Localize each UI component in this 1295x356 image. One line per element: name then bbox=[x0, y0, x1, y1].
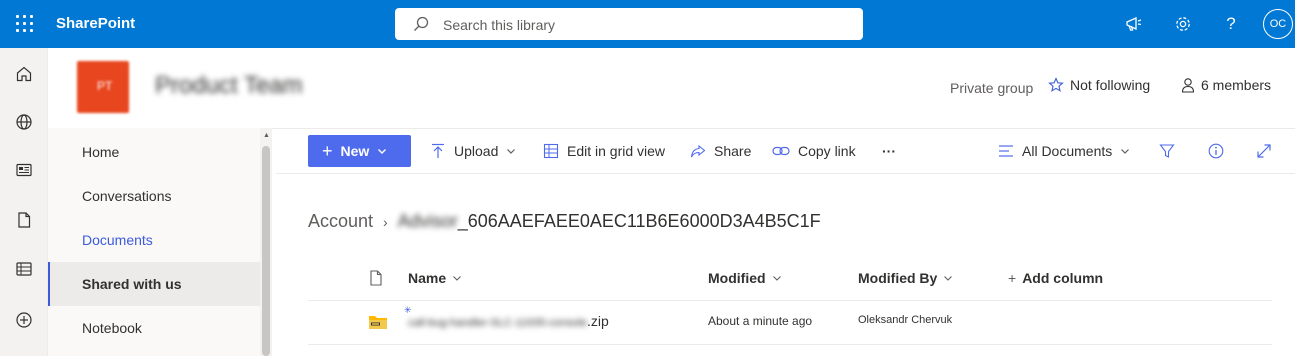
breadcrumb: Account › Advisor_606AAEFAEE0AEC11B6E600… bbox=[308, 211, 821, 232]
column-header-modified-by[interactable]: Modified By bbox=[858, 270, 953, 286]
filter-icon bbox=[1159, 143, 1175, 159]
site-title[interactable]: Product Team bbox=[155, 72, 303, 100]
nav-item-label: Notebook bbox=[82, 320, 142, 336]
command-bar: + New Upload Edit in grid view Share Cop… bbox=[276, 128, 1295, 174]
file-modified: About a minute ago bbox=[708, 314, 813, 328]
copy-link-button[interactable]: Copy link bbox=[772, 135, 856, 167]
column-header-name-label: Name bbox=[408, 270, 447, 286]
share-icon bbox=[690, 143, 706, 159]
column-header-modified[interactable]: Modified bbox=[708, 270, 782, 286]
new-button-label: New bbox=[340, 143, 370, 159]
home-icon[interactable] bbox=[12, 62, 36, 86]
new-button[interactable]: + New bbox=[308, 135, 411, 167]
chevron-down-icon bbox=[453, 276, 462, 281]
expand-icon bbox=[1256, 143, 1272, 159]
star-icon bbox=[1048, 77, 1064, 92]
app-launcher-icon[interactable] bbox=[12, 12, 36, 36]
breadcrumb-root[interactable]: Account bbox=[308, 211, 373, 232]
avatar[interactable]: OC bbox=[1263, 9, 1293, 39]
info-button[interactable] bbox=[1208, 135, 1224, 167]
follow-button[interactable]: Not following bbox=[1048, 77, 1150, 93]
column-header-modified-by-label: Modified By bbox=[858, 270, 938, 286]
chevron-down-icon bbox=[507, 149, 516, 154]
news-icon[interactable] bbox=[12, 158, 36, 182]
add-circle-icon[interactable] bbox=[12, 308, 36, 332]
more-icon: ··· bbox=[882, 143, 896, 159]
nav-item-documents[interactable]: Documents bbox=[48, 218, 260, 262]
edit-grid-view-button[interactable]: Edit in grid view bbox=[543, 135, 665, 167]
add-column-button[interactable]: + Add column bbox=[1008, 270, 1103, 286]
document-icon[interactable] bbox=[12, 208, 36, 232]
more-options-button[interactable]: ··· bbox=[882, 135, 896, 167]
scrollbar-thumb[interactable] bbox=[262, 146, 270, 356]
upload-label: Upload bbox=[454, 143, 499, 159]
upload-icon bbox=[430, 143, 446, 159]
add-column-label: Add column bbox=[1022, 270, 1104, 286]
members-button[interactable]: 6 members bbox=[1181, 77, 1271, 93]
globe-icon[interactable] bbox=[12, 110, 36, 134]
nav-scrollbar[interactable]: ▲ bbox=[260, 128, 272, 356]
file-modified-by[interactable]: Oleksandr Chervuk bbox=[858, 314, 952, 326]
plus-icon: + bbox=[1008, 270, 1017, 286]
filter-button[interactable] bbox=[1159, 135, 1175, 167]
column-header-name[interactable]: Name bbox=[408, 270, 462, 286]
site-logo-letter: PT bbox=[97, 79, 113, 93]
breadcrumb-current-prefix: Advisor bbox=[397, 211, 458, 231]
follow-label: Not following bbox=[1070, 77, 1151, 93]
plus-icon: + bbox=[322, 141, 333, 161]
chevron-down-icon bbox=[772, 276, 781, 281]
edit-grid-label: Edit in grid view bbox=[567, 143, 666, 159]
members-label: 6 members bbox=[1201, 77, 1272, 93]
chevron-down-icon bbox=[1121, 149, 1130, 154]
grid-icon bbox=[543, 143, 559, 159]
breadcrumb-current: Advisor_606AAEFAEE0AEC11B6E6000D3A4B5C1F bbox=[398, 211, 821, 232]
person-icon bbox=[1181, 78, 1195, 93]
file-type-icon-header[interactable] bbox=[369, 270, 383, 286]
suite-bar: SharePoint Search this library ? OC bbox=[0, 0, 1295, 48]
link-icon bbox=[772, 145, 790, 157]
nav-item-notebook[interactable]: Notebook bbox=[48, 306, 260, 350]
share-button[interactable]: Share bbox=[690, 135, 751, 167]
view-label: All Documents bbox=[1022, 143, 1113, 159]
privacy-label: Private group bbox=[950, 80, 1034, 96]
app-rail bbox=[0, 48, 48, 356]
upload-button[interactable]: Upload bbox=[430, 135, 516, 167]
search-input[interactable]: Search this library bbox=[395, 8, 863, 40]
file-name-extension: .zip bbox=[586, 313, 609, 329]
share-label: Share bbox=[714, 143, 752, 159]
nav-item-conversations[interactable]: Conversations bbox=[48, 174, 260, 218]
breadcrumb-current-suffix: _606AAEFAEE0AEC11B6E6000D3A4B5C1F bbox=[457, 211, 821, 231]
list-icon[interactable] bbox=[12, 257, 36, 281]
nav-item-label: Documents bbox=[82, 232, 153, 248]
site-logo[interactable]: PT bbox=[77, 61, 129, 113]
nav-item-label: Shared with us bbox=[82, 276, 182, 292]
zip-folder-icon bbox=[368, 314, 388, 335]
gear-icon[interactable] bbox=[1171, 12, 1195, 36]
scroll-up-icon[interactable]: ▲ bbox=[263, 132, 270, 139]
search-placeholder: Search this library bbox=[443, 17, 556, 33]
chevron-right-icon: › bbox=[383, 213, 388, 230]
help-icon[interactable]: ? bbox=[1219, 12, 1243, 36]
megaphone-icon[interactable] bbox=[1122, 12, 1146, 36]
chevron-down-icon bbox=[944, 276, 953, 281]
view-selector[interactable]: All Documents bbox=[998, 135, 1130, 167]
column-header-modified-label: Modified bbox=[708, 270, 766, 286]
copy-link-label: Copy link bbox=[798, 143, 856, 159]
info-icon bbox=[1208, 143, 1224, 159]
header-row-divider bbox=[308, 300, 1272, 301]
nav-item-home[interactable]: Home bbox=[48, 130, 260, 174]
expand-button[interactable] bbox=[1256, 135, 1272, 167]
file-name[interactable]: call-bug-handler-SLC-11935-console.zip bbox=[408, 313, 609, 329]
site-navigation: Home Conversations Documents Shared with… bbox=[48, 128, 272, 356]
nav-item-label: Conversations bbox=[82, 188, 172, 204]
nav-item-label: Home bbox=[82, 144, 120, 160]
app-name[interactable]: SharePoint bbox=[56, 15, 135, 32]
search-icon bbox=[413, 16, 429, 35]
chevron-down-icon bbox=[378, 149, 387, 154]
row-divider bbox=[308, 344, 1272, 345]
view-list-icon bbox=[998, 144, 1014, 158]
file-name-blurred: call-bug-handler-SLC-11935-console bbox=[408, 317, 587, 329]
nav-item-shared-with-us[interactable]: Shared with us bbox=[48, 262, 260, 306]
